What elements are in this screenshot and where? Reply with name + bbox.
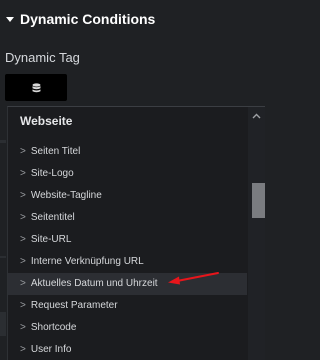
chevron-right-icon: > xyxy=(20,212,26,223)
dropdown-item[interactable]: > User Info xyxy=(8,339,247,360)
caret-down-icon xyxy=(6,17,14,22)
chevron-right-icon: > xyxy=(20,300,26,311)
dynamic-tag-label: Dynamic Tag xyxy=(5,50,80,65)
dropdown-item[interactable]: > Site-URL xyxy=(8,229,247,251)
chevron-right-icon: > xyxy=(20,322,26,333)
dropdown-item[interactable]: > Shortcode xyxy=(8,317,247,339)
section-title: Dynamic Conditions xyxy=(20,11,156,27)
scroll-up-icon[interactable] xyxy=(250,111,263,121)
chevron-right-icon: > xyxy=(20,256,26,267)
section-header-dynamic-conditions[interactable]: Dynamic Conditions xyxy=(6,11,155,27)
dropdown-list: > Seiten Titel > Site-Logo > Website-Taglin… xyxy=(8,141,247,360)
dynamic-tag-dropdown[interactable]: Webseite > Seiten Titel > Site-Logo > Websi… xyxy=(7,106,265,360)
chevron-right-icon: > xyxy=(20,278,26,289)
chevron-right-icon: > xyxy=(20,168,26,179)
dropdown-scrollbar[interactable] xyxy=(248,107,265,360)
dynamic-tag-button[interactable] xyxy=(5,74,67,101)
dropdown-item[interactable]: > Request Parameter xyxy=(8,295,247,317)
dropdown-item[interactable]: > Website-Tagline xyxy=(8,185,247,207)
chevron-right-icon: > xyxy=(20,146,26,157)
background-control xyxy=(0,312,6,336)
annotation-arrow-icon xyxy=(168,272,219,285)
dropdown-item[interactable]: > Site-Logo xyxy=(8,163,247,185)
chevron-right-icon: > xyxy=(20,234,26,245)
chevron-right-icon: > xyxy=(20,190,26,201)
background-control xyxy=(0,140,6,143)
dropdown-item[interactable]: > Seiten Titel xyxy=(8,141,247,163)
background-control xyxy=(0,256,6,258)
database-icon xyxy=(32,82,40,92)
chevron-right-icon: > xyxy=(20,344,26,355)
dropdown-group-title: Webseite xyxy=(20,114,73,128)
dropdown-item[interactable]: > Seitentitel xyxy=(8,207,247,229)
scrollbar-thumb[interactable] xyxy=(252,183,265,218)
